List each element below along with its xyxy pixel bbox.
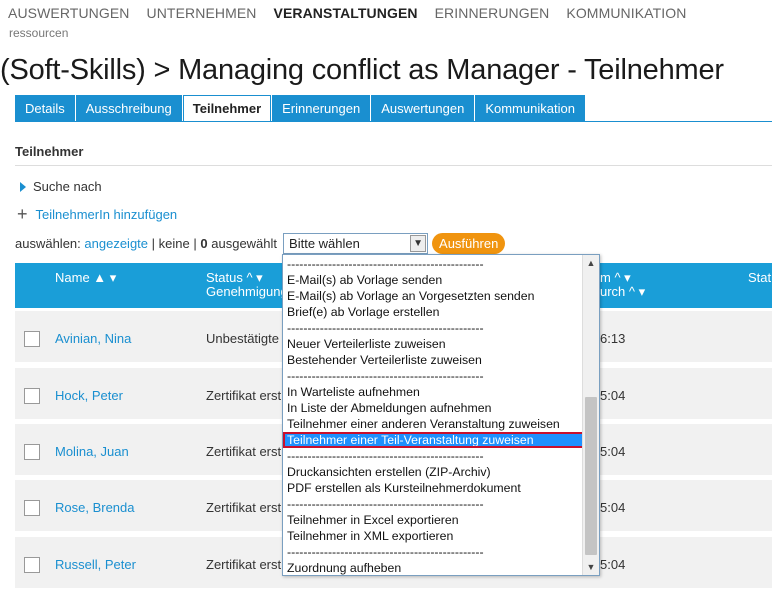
select-prefix: auswählen: [15,236,81,251]
participant-name-link[interactable]: Rose, Brenda [55,500,135,515]
participant-status: Zertifikat erst [206,444,282,459]
tab-details[interactable]: Details [15,95,75,121]
participant-name-link[interactable]: Molina, Juan [55,444,129,459]
tab-kommunikation[interactable]: Kommunikation [475,95,585,121]
header-by[interactable]: urch ^ ▾ [600,285,645,299]
top-navigation: AUSWERTUNGEN UNTERNEHMEN VERANSTALTUNGEN… [8,5,703,21]
option-send-email-template[interactable]: E-Mail(s) ab Vorlage senden [283,272,584,288]
participant-time: 5:04 [600,500,626,515]
tab-underline [15,121,772,122]
header-status-right[interactable]: Statu [748,271,772,285]
header-date[interactable]: m ^ ▾ [600,271,631,285]
participant-time: 5:04 [600,388,626,403]
topnav-erinnerungen[interactable]: ERINNERUNGEN [435,5,550,21]
dropdown-separator: ----------------------------------------… [287,257,484,271]
dropdown-options: ----------------------------------------… [283,256,584,575]
dropdown-separator: ----------------------------------------… [287,321,484,335]
select-separator: | [193,236,197,251]
select-shown-link[interactable]: angezeigte [84,236,148,251]
option-add-cancellations[interactable]: In Liste der Abmeldungen aufnehmen [283,400,584,416]
section-divider [15,165,772,166]
dropdown-separator: ----------------------------------------… [287,545,484,559]
row-checkbox[interactable] [24,331,40,347]
option-remove-assignment[interactable]: Zuordnung aufheben [283,560,584,575]
participant-name-link[interactable]: Avinian, Nina [55,331,131,346]
plus-icon: + [17,204,28,224]
expand-triangle-icon [20,181,26,192]
select-none-link[interactable]: keine [159,236,190,251]
search-toggle-label: Suche nach [33,179,102,194]
participant-status: Zertifikat erst [206,557,282,572]
run-button[interactable]: Ausführen [432,233,506,254]
option-new-distribution-list[interactable]: Neuer Verteilerliste zuweisen [283,336,584,352]
topnav-auswertungen[interactable]: AUSWERTUNGEN [8,5,130,21]
option-send-email-supervisor[interactable]: E-Mail(s) ab Vorlage an Vorgesetzten sen… [283,288,584,304]
option-export-xml[interactable]: Teilnehmer in XML exportieren [283,528,584,544]
selection-row: auswählen: angezeigte | keine | 0 ausgew… [15,233,506,254]
header-status-approval[interactable]: Genehmigung [206,285,288,299]
subnav-ressourcen[interactable]: ressourcen [9,26,68,40]
participant-name-link[interactable]: Russell, Peter [55,557,136,572]
row-checkbox[interactable] [24,444,40,460]
option-add-waitlist[interactable]: In Warteliste aufnehmen [283,384,584,400]
tab-bar: Details Ausschreibung Teilnehmer Erinner… [15,95,586,122]
option-assign-other-event[interactable]: Teilnehmer einer anderen Veranstaltung z… [283,416,584,432]
option-existing-distribution-list[interactable]: Bestehender Verteilerliste zuweisen [283,352,584,368]
action-select-value: Bitte wählen [289,236,360,251]
participant-time: 5:04 [600,444,626,459]
scroll-up-icon[interactable]: ▲ [583,255,599,271]
dropdown-scrollbar[interactable]: ▲ ▼ [582,255,599,575]
header-name[interactable]: Name ▲ ▾ [55,271,116,285]
search-toggle[interactable]: Suche nach [20,179,102,194]
row-checkbox[interactable] [24,557,40,573]
scroll-down-icon[interactable]: ▼ [583,559,599,575]
selected-count: 0 [200,236,208,251]
tab-auswertungen[interactable]: Auswertungen [371,95,475,121]
participant-status: Unbestätigte [206,331,279,346]
participant-time: 6:13 [600,331,626,346]
topnav-unternehmen[interactable]: UNTERNEHMEN [147,5,257,21]
select-separator: | [151,236,156,251]
dropdown-separator: ----------------------------------------… [287,497,484,511]
add-participant-label: TeilnehmerIn hinzufügen [35,207,178,222]
participant-status: Zertifikat erst [206,500,282,515]
section-title: Teilnehmer [15,144,84,159]
action-dropdown-list: ----------------------------------------… [282,254,600,576]
option-assign-sub-event[interactable]: Teilnehmer einer Teil-Veranstaltung zuwe… [283,432,584,448]
tab-ausschreibung[interactable]: Ausschreibung [75,95,182,121]
header-status[interactable]: Status ^ ▾ [206,271,263,285]
dropdown-separator: ----------------------------------------… [287,449,484,463]
page-title: (Soft-Skills) > Managing conflict as Man… [0,54,724,86]
option-create-pdf[interactable]: PDF erstellen als Kursteilnehmerdokument [283,480,584,496]
option-create-letter[interactable]: Brief(e) ab Vorlage erstellen [283,304,584,320]
action-select[interactable]: Bitte wählen ▼ [283,233,429,254]
tab-teilnehmer[interactable]: Teilnehmer [182,95,272,122]
topnav-veranstaltungen[interactable]: VERANSTALTUNGEN [274,5,418,21]
dropdown-separator: ----------------------------------------… [287,369,484,383]
option-print-zip[interactable]: Druckansichten erstellen (ZIP-Archiv) [283,464,584,480]
participant-status: Zertifikat erst [206,388,282,403]
add-participant-link[interactable]: + TeilnehmerIn hinzufügen [17,204,178,224]
topnav-kommunikation[interactable]: KOMMUNIKATION [566,5,686,21]
option-export-excel[interactable]: Teilnehmer in Excel exportieren [283,512,584,528]
row-checkbox[interactable] [24,388,40,404]
participant-name-link[interactable]: Hock, Peter [55,388,123,403]
selected-suffix: ausgewählt [211,236,278,251]
chevron-down-icon[interactable]: ▼ [410,235,427,252]
tab-erinnerungen[interactable]: Erinnerungen [272,95,371,121]
scrollbar-thumb[interactable] [585,397,597,555]
row-checkbox[interactable] [24,500,40,516]
participant-time: 5:04 [600,557,626,572]
